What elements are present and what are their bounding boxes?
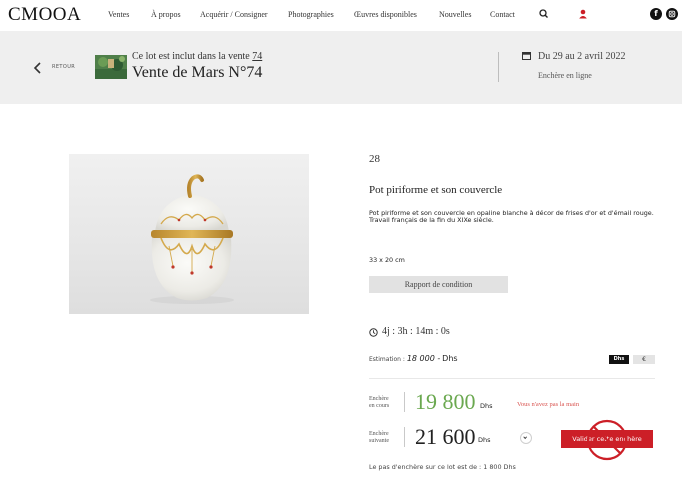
lot-title: Pot piriforme et son couvercle [369,184,503,196]
sale-title[interactable]: Vente de Mars N°74 [132,64,262,82]
chevron-down-icon [523,436,528,440]
header-divider [498,52,499,82]
nav-item-photographies[interactable]: Photographies [288,10,334,19]
countdown-timer: 4j : 3h : 14m : 0s [382,326,450,337]
outbid-notice: Vous n'avez pas la main [517,401,580,408]
sale-number-link[interactable]: 74 [252,51,262,62]
sale-reference-prefix: Ce lot est inclut dans la vente [132,51,250,62]
back-link[interactable]: RETOUR [52,64,75,70]
current-bid-amount: 19 800 [415,389,476,414]
current-bid-label: Enchère en cours [369,396,389,409]
search-icon[interactable] [537,7,551,21]
nav-item-acquerir-consigner[interactable]: Acquérir / Consigner [200,10,268,19]
top-nav: CMOOA Ventes À propos Acquérir / Consign… [0,0,682,30]
next-bid-label-line: suivante [369,437,389,444]
condition-report-button[interactable]: Rapport de condition [369,276,508,293]
estimate-currency: Dhs [442,354,458,363]
estimate-label: Estimation : [369,356,405,363]
sale-reference: Ce lot est inclut dans la vente 74 [132,51,262,62]
site-logo[interactable]: CMOOA [8,4,81,26]
estimate: Estimation : 18 000 - Dhs [369,354,458,363]
next-bid-currency: Dhs [478,436,491,444]
opaline-jar-image [150,174,234,304]
lot-number: 28 [369,153,380,165]
lot-dimensions: 33 x 20 cm [369,256,405,264]
nav-item-nouvelles[interactable]: Nouvelles [439,10,471,19]
currency-toggle-euro[interactable]: € [633,355,655,364]
current-bid-label-line: Enchère [369,396,389,402]
current-bid-currency: Dhs [480,402,493,410]
bid-amount-dropdown[interactable] [520,432,532,444]
sale-dates: Du 29 au 2 avril 2022 [538,51,626,62]
chevron-left-icon[interactable] [32,61,44,75]
facebook-icon[interactable]: f [650,8,662,20]
bid-divider [404,427,405,447]
lot-description: Pot piriforme et son couvercle en opalin… [369,209,654,225]
clock-icon [369,328,378,337]
place-bid-button[interactable]: Valider cette enchère [561,430,653,448]
next-bid-label-line: Enchère [369,431,389,437]
currency-toggle-dhs[interactable]: Dhs [609,355,629,364]
sale-type: Enchère en ligne [538,71,592,80]
lot-description-line: Travail français de la fin du XIXe siècl… [369,216,494,225]
current-bid-label-line: en cours [369,402,390,409]
bid-increment-note: Le pas d'enchère sur ce lot est de : 1 8… [369,463,516,471]
section-divider [369,378,655,379]
nav-item-a-propos[interactable]: À propos [151,10,181,19]
instagram-icon[interactable] [666,8,678,20]
next-bid-amount: 21 600 [415,424,476,449]
nav-item-ventes[interactable]: Ventes [108,10,129,19]
nav-item-oeuvres-disponibles[interactable]: Œuvres disponibles [354,10,417,19]
bid-divider [404,392,405,412]
sale-thumbnail[interactable] [95,55,127,79]
user-icon[interactable] [576,7,590,21]
lot-photo[interactable] [69,154,309,314]
next-bid-label: Enchère suivante [369,431,389,444]
calendar-icon [522,52,531,60]
estimate-value: 18 000 - [406,354,441,363]
nav-item-contact[interactable]: Contact [490,10,515,19]
